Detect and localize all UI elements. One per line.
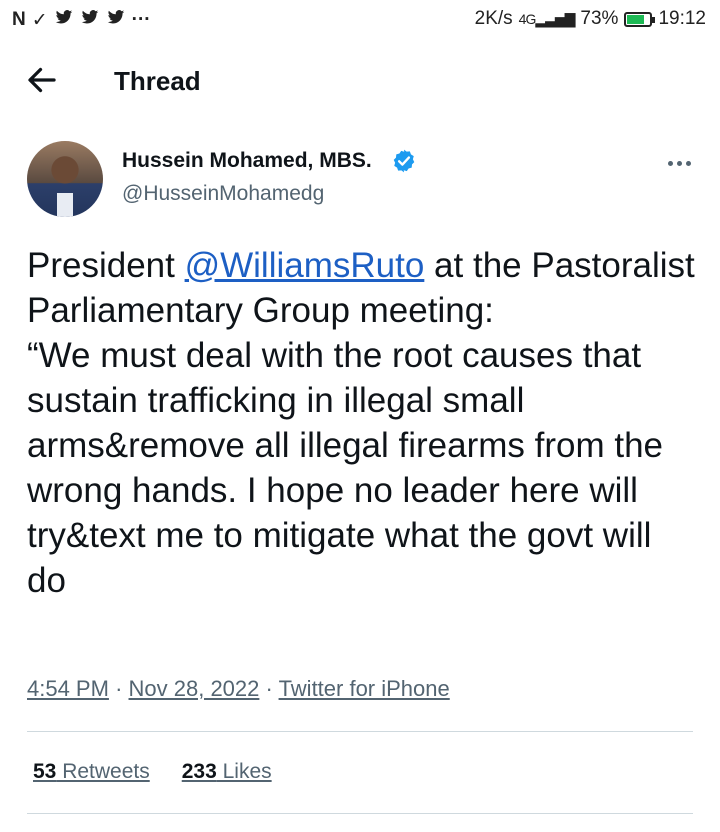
signal-icon: 4G▂▃▅▇ (518, 10, 576, 27)
clock: 19:12 (658, 8, 706, 29)
tweet-stats: 53 Retweets 233 Likes (33, 760, 272, 784)
tweet-source[interactable]: Twitter for iPhone (279, 676, 450, 701)
notification-icons: N ✓ ··· (12, 8, 151, 32)
battery-percent: 73% (580, 8, 619, 29)
author-name[interactable]: Hussein Mohamed, MBS. (122, 149, 372, 173)
download-done-icon: ✓ (31, 9, 48, 31)
tweet-time[interactable]: 4:54 PM (27, 676, 109, 701)
tweet-text-body: at the Pastoralist Parliamentary Group m… (27, 246, 695, 600)
likes-stat[interactable]: 233 Likes (182, 760, 272, 784)
battery-icon (624, 11, 656, 27)
meta-separator: · (115, 676, 129, 701)
verified-badge-icon (393, 149, 415, 173)
tweet-date[interactable]: Nov 28, 2022 (129, 676, 260, 701)
twitter-icon (54, 8, 74, 32)
twitter-icon (106, 8, 126, 32)
divider (27, 813, 693, 814)
status-bar: N ✓ ··· 2K/s 4G▂▃▅▇ 73% 19:12 (0, 0, 720, 40)
back-button[interactable] (24, 62, 60, 98)
avatar[interactable] (27, 141, 103, 217)
meta-separator: · (265, 676, 279, 701)
more-options-button[interactable] (662, 149, 696, 177)
tweet-meta: 4:54 PM · Nov 28, 2022 · Twitter for iPh… (27, 676, 450, 702)
mention-link[interactable]: @WilliamsRuto (185, 246, 425, 285)
retweets-stat[interactable]: 53 Retweets (33, 760, 150, 784)
thread-header: Thread (0, 52, 720, 110)
twitter-icon (80, 8, 100, 32)
tweet-text-prefix: President (27, 246, 185, 285)
netflix-icon: N (12, 9, 26, 30)
back-arrow-icon (28, 67, 56, 93)
page-title: Thread (114, 66, 201, 96)
author-handle[interactable]: @HusseinMohamedg (122, 182, 324, 206)
divider (27, 731, 693, 732)
more-notifications-icon: ··· (131, 9, 151, 30)
network-speed: 2K/s (474, 8, 513, 29)
more-dots-icon (667, 160, 673, 166)
system-indicators: 2K/s 4G▂▃▅▇ 73% 19:12 (475, 8, 706, 30)
tweet-text: President @WilliamsRuto at the Pastorali… (27, 243, 697, 603)
